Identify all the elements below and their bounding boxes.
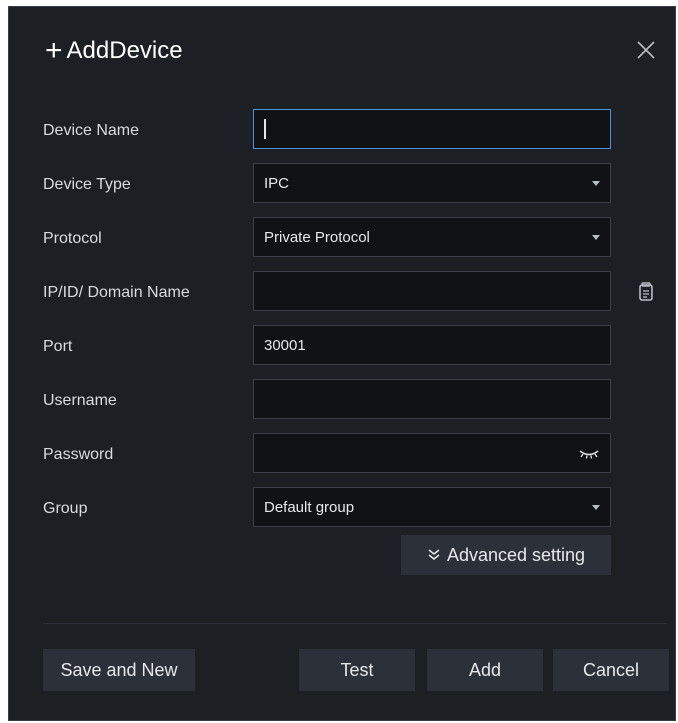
advanced-setting-button[interactable]: Advanced setting	[401, 535, 611, 575]
password-label: Password	[43, 446, 114, 463]
ip-label: IP/ID/ Domain Name	[43, 284, 190, 301]
password-input[interactable]	[253, 433, 611, 473]
group-select[interactable]: Default group	[253, 487, 611, 527]
advanced-setting-label: Advanced setting	[446, 544, 586, 565]
dropdown-arrow-icon	[592, 181, 600, 186]
text-cursor	[264, 119, 266, 139]
port-label: Port	[43, 338, 73, 355]
group-value: Default group	[264, 498, 355, 516]
double-chevron-down-icon	[428, 549, 440, 561]
device-name-label: Device Name	[43, 122, 140, 139]
eye-closed-icon[interactable]	[578, 448, 600, 460]
copy-icon[interactable]	[638, 282, 654, 302]
protocol-value: Private Protocol	[264, 228, 370, 246]
dialog-title: + AddDevice	[45, 34, 183, 67]
username-input[interactable]	[253, 379, 611, 419]
group-label: Group	[43, 500, 88, 517]
cancel-button[interactable]: Cancel	[553, 649, 669, 691]
device-type-label: Device Type	[43, 176, 131, 193]
test-button[interactable]: Test	[299, 649, 415, 691]
add-device-dialog: + AddDevice Device Name Device Type IPC …	[8, 6, 676, 721]
device-type-value: IPC	[264, 174, 290, 192]
add-button[interactable]: Add	[427, 649, 543, 691]
plus-icon: +	[45, 34, 63, 67]
username-label: Username	[43, 392, 117, 409]
protocol-label: Protocol	[43, 230, 102, 247]
dropdown-arrow-icon	[592, 235, 600, 240]
port-input[interactable]: 30001	[253, 325, 611, 365]
footer-divider	[43, 623, 667, 624]
dialog-title-text: AddDevice	[66, 37, 183, 64]
dropdown-arrow-icon	[592, 505, 600, 510]
close-icon[interactable]	[635, 39, 657, 61]
ip-input[interactable]	[253, 271, 611, 311]
protocol-select[interactable]: Private Protocol	[253, 217, 611, 257]
device-type-select[interactable]: IPC	[253, 163, 611, 203]
device-name-input[interactable]	[253, 109, 611, 149]
save-and-new-button[interactable]: Save and New	[43, 649, 195, 691]
port-value: 30001	[264, 336, 306, 354]
